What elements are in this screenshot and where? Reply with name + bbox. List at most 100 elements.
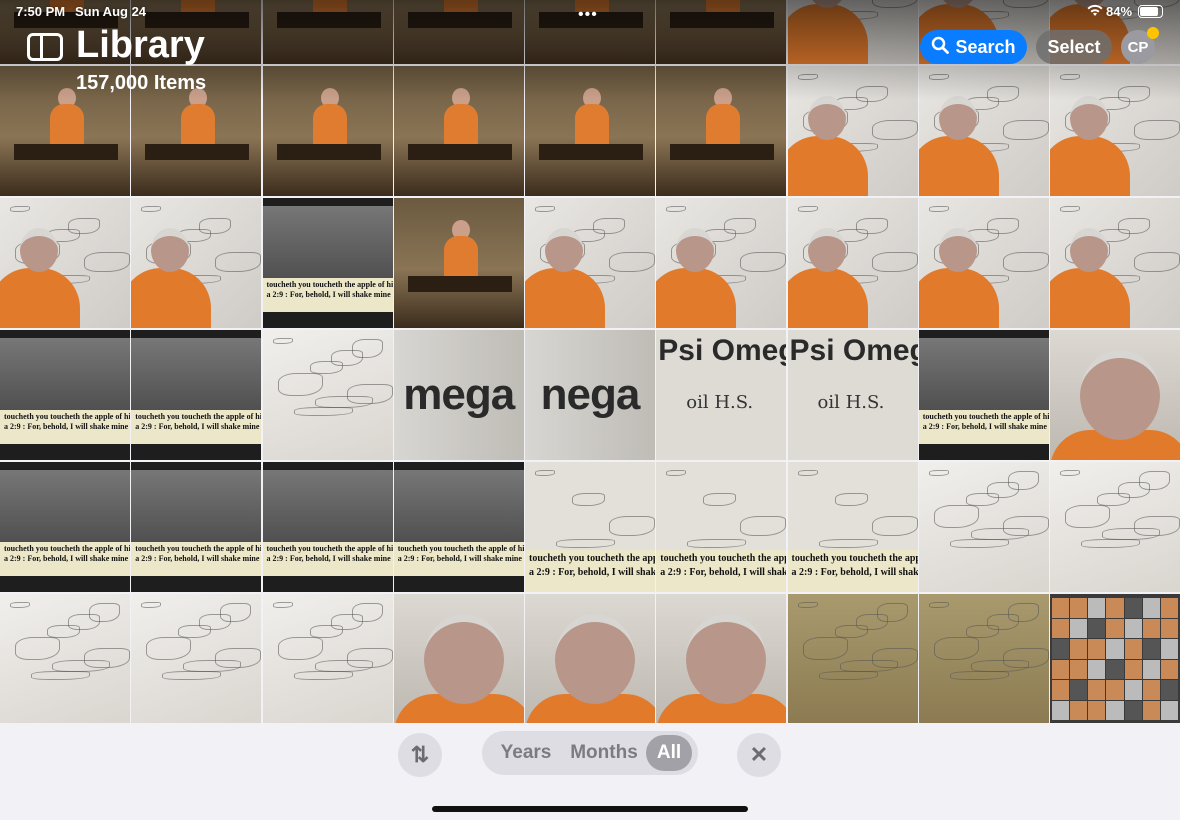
scribble [15,637,60,660]
caption-line: a 2:9 : For, behold, I will shake mine h… [397,554,524,563]
scribble [572,493,605,506]
photo-thumbnail[interactable] [393,594,524,724]
photo-thumbnail[interactable] [131,594,262,724]
mini-thumb [1106,680,1124,700]
close-button[interactable]: ✕ [737,733,781,777]
mini-thumb [1142,639,1160,659]
photo-thumbnail[interactable] [1050,594,1180,724]
photo-thumbnail[interactable] [393,198,524,328]
scribble [871,252,918,272]
scribble [272,602,293,608]
photo-thumbnail[interactable] [1050,330,1180,460]
video-frame [0,470,130,542]
scribble [293,671,353,680]
caption: toucheth you toucheth the apple of his e… [0,542,130,576]
segment-months[interactable]: Months [566,731,642,775]
search-button[interactable]: Search [920,30,1027,64]
caption-line: toucheth you toucheth the apple of his e… [791,553,918,564]
photo-thumbnail[interactable]: Psi Omega oil H.S. [787,330,918,460]
search-icon [931,36,950,59]
photo-thumbnail[interactable] [0,594,130,724]
photo-thumbnail[interactable] [525,594,655,724]
scribble [1007,471,1039,490]
photo-thumbnail[interactable] [787,198,918,328]
scribble [970,660,1029,672]
scribble [666,206,687,212]
scribble [1007,603,1039,622]
podium [539,144,643,160]
select-button[interactable]: Select [1036,30,1112,64]
photo-thumbnail[interactable] [787,594,918,724]
photo-thumbnail[interactable] [262,330,393,460]
scribble [314,396,373,408]
caption-line: toucheth you toucheth the apple of his e… [135,412,261,421]
video-frame [262,206,393,278]
segment-years[interactable]: Years [494,731,558,775]
photo-thumbnail[interactable] [918,198,1049,328]
caption-line: a 2:9 : For, behold, I will shake mine h… [660,567,787,578]
mini-thumb [1160,598,1178,618]
caption-line: a 2:9 : For, behold, I will shake mine h… [4,554,130,563]
person [807,96,846,140]
photo-thumbnail[interactable]: toucheth you toucheth the apple of his e… [656,462,787,592]
mini-thumb [1106,639,1124,659]
photo-thumbnail[interactable]: toucheth you toucheth the apple of his e… [262,198,393,328]
caption-line: a 2:9 : For, behold, I will shake mine h… [266,554,393,563]
mini-thumb [1142,680,1160,700]
photo-thumbnail[interactable]: toucheth you toucheth the apple of his e… [525,462,655,592]
photo-thumbnail[interactable] [918,462,1049,592]
mini-thumb [1070,680,1088,700]
scribble [802,637,848,660]
photo-thumbnail[interactable] [918,594,1049,724]
photo-thumbnail[interactable]: toucheth you toucheth the apple of his e… [131,330,262,460]
mini-thumb [1160,639,1178,659]
mini-thumb [1124,700,1142,720]
mini-thumb [1088,700,1106,720]
mini-thumb [1088,618,1106,638]
photo-thumbnail[interactable] [1050,198,1180,328]
thumb-text: oil H.S. [686,392,754,413]
mini-thumb [1124,680,1142,700]
photo-thumbnail[interactable]: toucheth you toucheth the apple of his e… [262,462,393,592]
caption-line: a 2:9 : For, behold, I will shake mine h… [135,422,261,431]
podium [407,144,512,160]
photo-thumbnail[interactable] [262,594,393,724]
photo-thumbnail[interactable] [656,198,787,328]
photo-thumbnail[interactable]: Psi Omega oil H.S. [656,330,787,460]
photo-thumbnail[interactable] [1050,462,1180,592]
scribble [797,470,818,476]
photo-thumbnail[interactable]: toucheth you toucheth the apple of his e… [918,330,1049,460]
photo-thumbnail[interactable]: toucheth you toucheth the apple of his e… [131,462,262,592]
caption: toucheth you toucheth the apple of his e… [131,410,262,444]
caption-line: toucheth you toucheth the apple of his e… [4,412,130,421]
photo-thumbnail[interactable] [525,198,655,328]
person [1070,96,1108,140]
photo-thumbnail[interactable] [0,198,130,328]
photo-thumbnail[interactable]: nega [525,330,655,460]
battery-percent: 84% [1106,4,1133,19]
scribble [272,338,293,344]
person [807,228,846,272]
photo-thumbnail[interactable] [656,594,787,724]
caption-line: a 2:9 : For, behold, I will shake mine h… [922,422,1049,431]
more-dots-icon[interactable]: ••• [578,6,598,24]
caption: toucheth you toucheth the apple of his e… [262,278,393,312]
segment-all[interactable]: All [646,735,692,771]
scribble [740,252,787,272]
sort-button[interactable]: ⇅ [398,733,442,777]
photo-thumbnail[interactable]: toucheth you toucheth the apple of his e… [0,330,130,460]
photo-thumbnail[interactable] [131,198,262,328]
caption: toucheth you toucheth the apple of his e… [918,410,1049,444]
scribble [535,470,555,476]
scribble [1002,252,1049,272]
scribble [876,603,908,622]
photo-thumbnail[interactable]: toucheth you toucheth the apple of his e… [787,462,918,592]
photo-thumbnail[interactable]: toucheth you toucheth the apple of his e… [393,462,524,592]
caption: toucheth you toucheth the apple of his e… [131,542,262,576]
mini-thumb [1142,618,1160,638]
photo-thumbnail[interactable]: mega [393,330,524,460]
sidebar-toggle-icon[interactable] [27,33,63,61]
caption-line: a 2:9 : For, behold, I will shake mine h… [529,567,655,578]
photo-thumbnail[interactable]: toucheth you toucheth the apple of his e… [0,462,130,592]
home-indicator [432,806,748,812]
